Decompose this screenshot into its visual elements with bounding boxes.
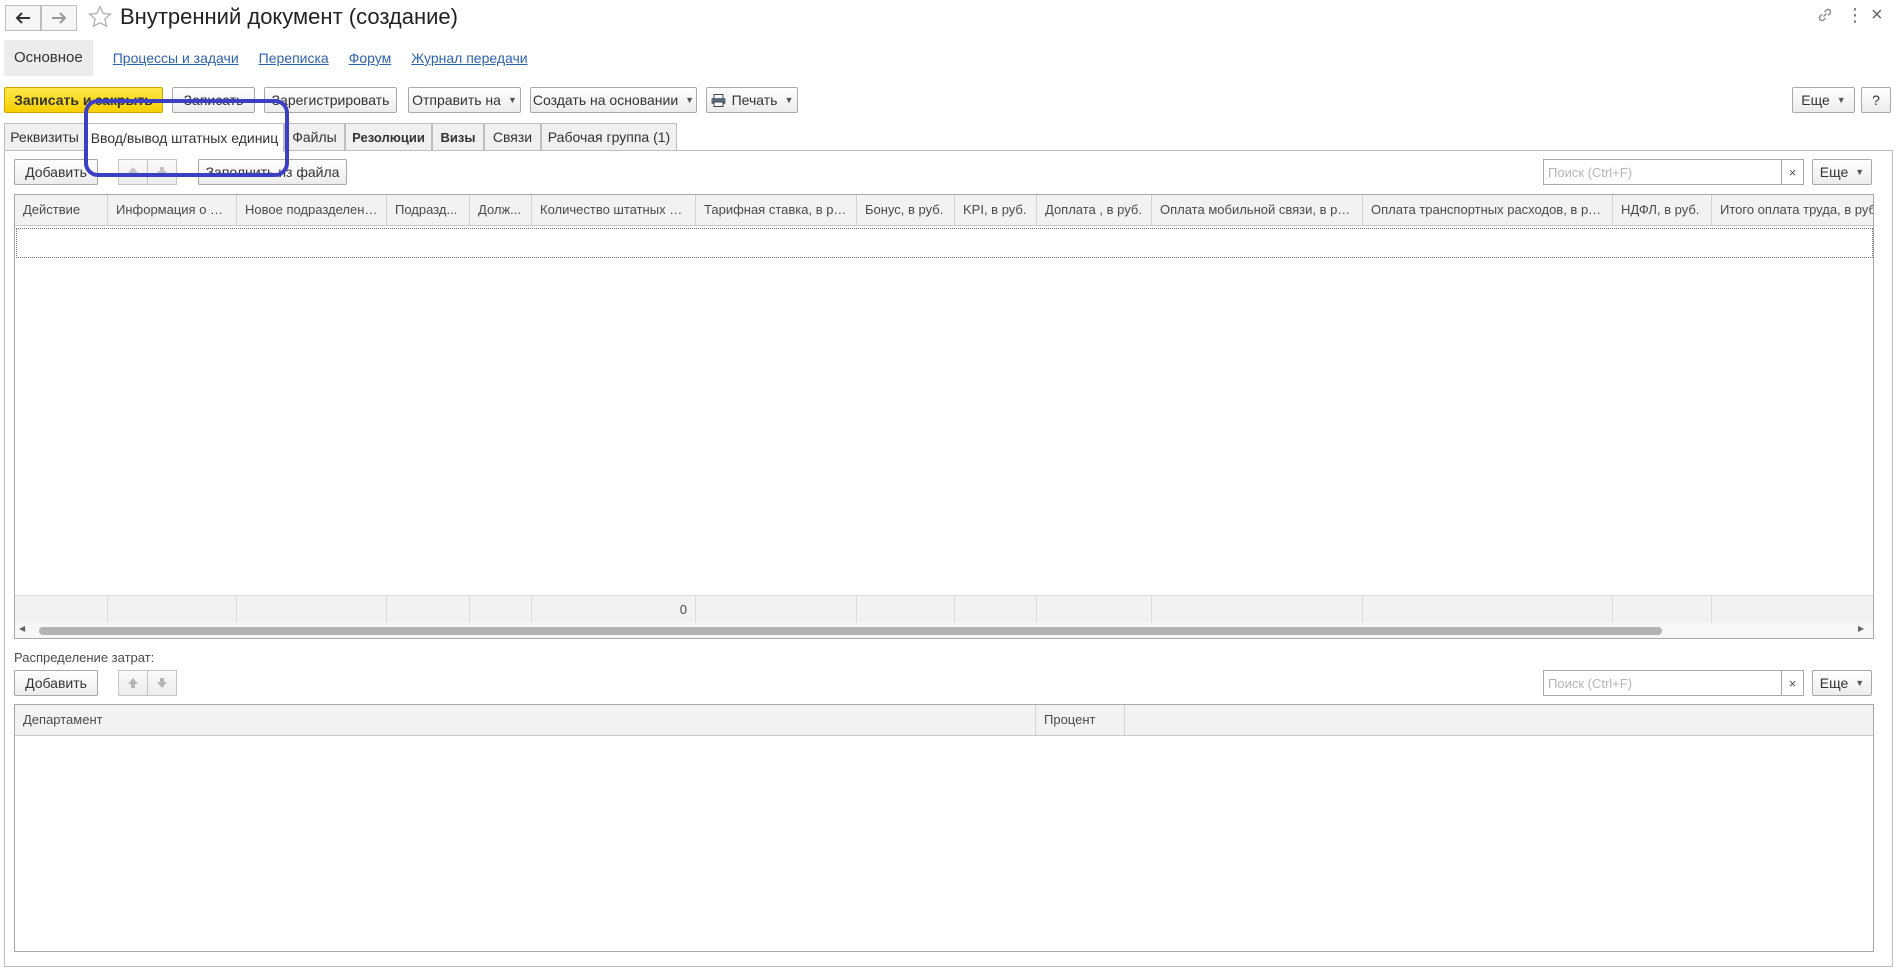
chevron-down-icon: ▼ — [784, 95, 794, 105]
chevron-down-icon: ▼ — [1836, 95, 1846, 105]
chevron-down-icon: ▼ — [507, 95, 517, 105]
print-label: Печать — [731, 92, 778, 108]
col-info[interactable]: Информация о д... — [108, 195, 237, 225]
section-processes[interactable]: Процессы и задачи — [113, 50, 239, 66]
cost-add-button[interactable]: Добавить — [14, 670, 98, 696]
tab-files[interactable]: Файлы — [284, 123, 345, 150]
section-correspondence[interactable]: Переписка — [259, 50, 329, 66]
scrollbar-thumb[interactable] — [39, 627, 1662, 635]
total-cell — [470, 596, 532, 624]
forward-button[interactable] — [41, 5, 77, 31]
printer-icon — [711, 93, 726, 107]
section-main[interactable]: Основное — [4, 40, 93, 76]
arrow-left-icon — [15, 12, 30, 24]
col-total-pay[interactable]: Итого оплата труда, в руб. — [1712, 195, 1873, 225]
chevron-down-icon: ▼ — [685, 95, 695, 105]
help-button[interactable]: ? — [1861, 87, 1891, 113]
total-cell — [15, 596, 108, 624]
table-footer: 0 — [15, 595, 1873, 624]
table-header: Действие Информация о д... Новое подразд… — [15, 195, 1873, 226]
cost-more-label: Еще — [1819, 675, 1849, 691]
total-cell — [857, 596, 955, 624]
total-cell — [955, 596, 1037, 624]
highlight-annotation — [84, 99, 289, 177]
arrow-down-icon — [157, 678, 167, 688]
total-cell — [696, 596, 857, 624]
cost-move-down-button[interactable] — [147, 670, 177, 696]
tab-work-group[interactable]: Рабочая группа (1) — [541, 123, 677, 150]
col-surcharge[interactable]: Доплата , в руб. — [1037, 195, 1152, 225]
col-new-department[interactable]: Новое подразделение — [237, 195, 387, 225]
favorite-star-icon[interactable] — [87, 4, 113, 34]
chevron-down-icon: ▼ — [1855, 167, 1865, 177]
total-cell — [1152, 596, 1363, 624]
table-more-button[interactable]: Еще ▼ — [1812, 159, 1872, 185]
chevron-down-icon: ▼ — [1855, 678, 1865, 688]
tab-resolutions[interactable]: Резолюции — [345, 123, 432, 150]
arrow-right-icon — [52, 12, 67, 24]
total-cell — [387, 596, 470, 624]
search-input[interactable]: Поиск (Ctrl+F) — [1543, 159, 1782, 185]
close-icon[interactable]: × — [1871, 4, 1883, 27]
table-row[interactable] — [16, 228, 1873, 258]
total-cell — [1613, 596, 1712, 624]
cost-distribution-table: Департамент Процент — [14, 704, 1874, 952]
section-transfer-log[interactable]: Журнал передачи — [411, 50, 527, 66]
col-tariff-rate[interactable]: Тарифная ставка, в руб. — [696, 195, 857, 225]
cost-search-input[interactable]: Поиск (Ctrl+F) — [1543, 670, 1782, 696]
section-forum[interactable]: Форум — [349, 50, 392, 66]
more-button[interactable]: Еще ▼ — [1792, 87, 1855, 113]
more-label: Еще — [1801, 92, 1830, 108]
staff-units-table: Действие Информация о д... Новое подразд… — [14, 194, 1874, 639]
cost-move-up-button[interactable] — [118, 670, 148, 696]
total-staff-count: 0 — [532, 596, 696, 624]
cost-table-header: Департамент Процент — [15, 705, 1873, 736]
scroll-right-icon[interactable]: ▶ — [1858, 624, 1864, 633]
col-bonus[interactable]: Бонус, в руб. — [857, 195, 955, 225]
col-position[interactable]: Долж... — [470, 195, 532, 225]
cost-distribution-label: Распределение затрат: — [14, 650, 155, 665]
tab-visas[interactable]: Визы — [432, 123, 484, 150]
col-transport-payment[interactable]: Оплата транспортных расходов, в руб. — [1363, 195, 1613, 225]
total-cell — [108, 596, 237, 624]
tab-links[interactable]: Связи — [484, 123, 541, 150]
col-action[interactable]: Действие — [15, 195, 108, 225]
link-icon[interactable] — [1816, 6, 1834, 28]
col-percent[interactable]: Процент — [1036, 705, 1125, 735]
create-based-on-button[interactable]: Создать на основании ▼ — [530, 87, 697, 113]
tab-requisites[interactable]: Реквизиты — [4, 123, 85, 150]
back-button[interactable] — [5, 5, 41, 31]
print-button[interactable]: Печать ▼ — [706, 87, 798, 113]
total-cell — [237, 596, 387, 624]
col-department[interactable]: Подразд... — [387, 195, 470, 225]
create-based-on-label: Создать на основании — [532, 92, 679, 108]
arrow-up-icon — [128, 678, 138, 688]
scroll-left-icon[interactable]: ◀ — [19, 624, 25, 633]
send-to-label: Отправить на — [412, 92, 501, 108]
more-vertical-icon[interactable]: ⋮ — [1846, 5, 1864, 26]
col-mobile-payment[interactable]: Оплата мобильной связи, в руб. — [1152, 195, 1363, 225]
total-cell — [1363, 596, 1613, 624]
col-kpi[interactable]: KPI, в руб. — [955, 195, 1037, 225]
send-to-button[interactable]: Отправить на ▼ — [408, 87, 521, 113]
table-more-label: Еще — [1819, 164, 1849, 180]
col-ndfl[interactable]: НДФЛ, в руб. — [1613, 195, 1712, 225]
col-staff-count[interactable]: Количество штатных ед. — [532, 195, 696, 225]
total-cell — [1712, 596, 1873, 624]
clear-search-icon[interactable]: × — [1782, 159, 1804, 185]
cost-clear-search-icon[interactable]: × — [1782, 670, 1804, 696]
col-department[interactable]: Департамент — [15, 705, 1036, 735]
total-cell — [1037, 596, 1152, 624]
section-navigation: Основное Процессы и задачи Переписка Фор… — [4, 40, 528, 76]
horizontal-scrollbar[interactable]: ◀ ▶ — [15, 623, 1873, 638]
window-title: Внутренний документ (создание) — [120, 4, 458, 29]
cost-more-button[interactable]: Еще ▼ — [1812, 670, 1872, 696]
